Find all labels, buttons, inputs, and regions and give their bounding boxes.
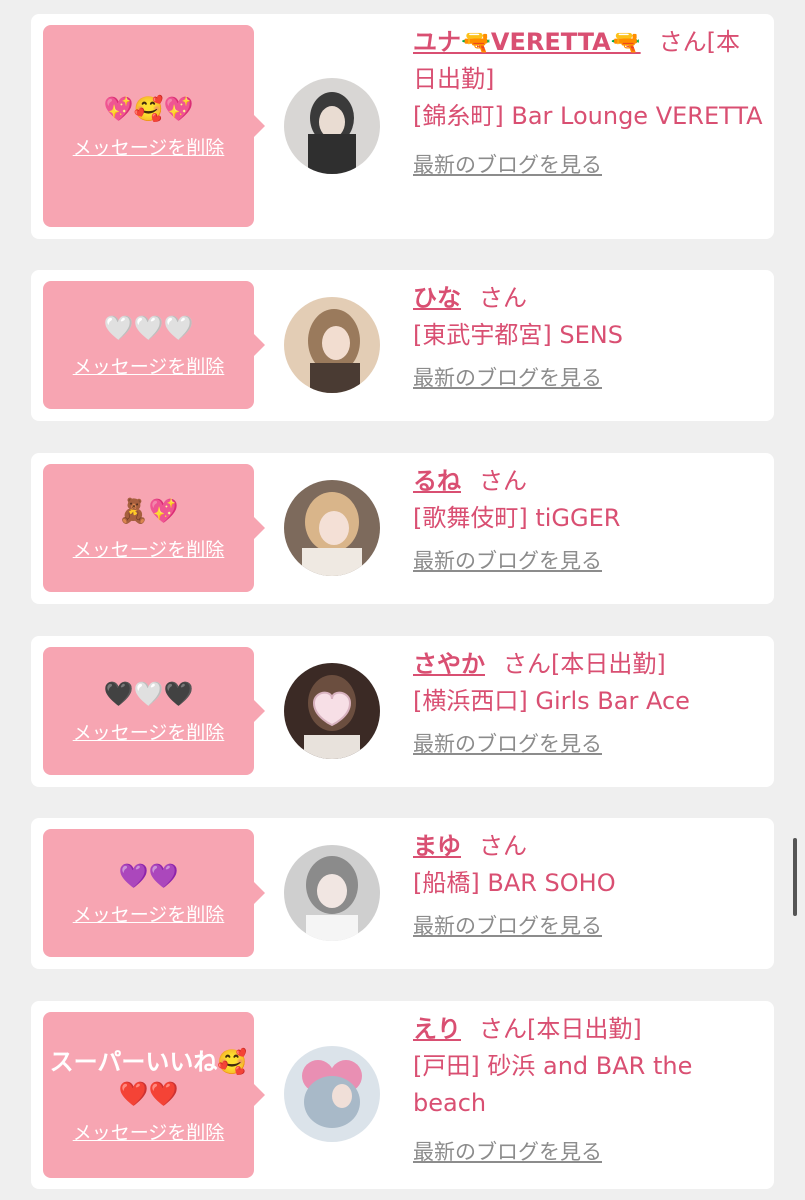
avatar[interactable] (284, 78, 380, 174)
message-text: 🧸💖 (118, 496, 179, 525)
delete-message-button[interactable]: メッセージを削除 (73, 900, 225, 927)
entry-info: まゆ さん [船橋] BAR SOHO 最新のブログを見る (413, 828, 763, 945)
delete-message-button[interactable]: メッセージを削除 (73, 1118, 225, 1145)
cast-name-link[interactable]: まゆ (413, 832, 461, 860)
cast-name-link[interactable]: ユナ🔫VERETTA🔫 (413, 28, 641, 56)
delete-message-button[interactable]: メッセージを削除 (73, 718, 225, 745)
cast-name-link[interactable]: さやか (413, 650, 485, 678)
delete-message-button[interactable]: メッセージを削除 (73, 133, 225, 160)
entry-info: ひな さん [東武宇都宮] SENS 最新のブログを見る (413, 280, 763, 397)
message-text-line2: ❤️❤️ (118, 1079, 179, 1108)
message-bubble: 💖🥰💖 メッセージを削除 (43, 25, 265, 227)
name-suffix: さん (479, 467, 527, 495)
location-text: [錦糸町] Bar Lounge VERETTA (413, 102, 763, 130)
list-item: スーパーいいね🥰 ❤️❤️ メッセージを削除 えり さん[本日出勤] [戸田] 砂… (31, 1001, 774, 1189)
location-text: [歌舞伎町] tiGGER (413, 504, 621, 532)
delete-message-button[interactable]: メッセージを削除 (73, 535, 225, 562)
blog-link[interactable]: 最新のブログを見る (413, 147, 602, 184)
message-text: 💖🥰💖 (103, 94, 194, 123)
blog-link[interactable]: 最新のブログを見る (413, 543, 602, 580)
blog-link[interactable]: 最新のブログを見る (413, 360, 602, 397)
cast-name-link[interactable]: ひな (413, 284, 461, 312)
message-text: 💜💜 (118, 861, 179, 890)
message-text: 🖤🤍🖤 (103, 679, 194, 708)
message-bubble: 🤍🤍🤍 メッセージを削除 (43, 281, 265, 409)
location-text: [横浜西口] Girls Bar Ace (413, 687, 690, 715)
message-text: スーパーいいね🥰 (49, 1047, 248, 1076)
entry-info: るね さん [歌舞伎町] tiGGER 最新のブログを見る (413, 463, 763, 580)
cast-name-link[interactable]: えり (413, 1015, 461, 1043)
blog-link[interactable]: 最新のブログを見る (413, 1134, 602, 1171)
name-suffix: さん (479, 284, 527, 312)
avatar[interactable] (284, 297, 380, 393)
location-text: [戸田] 砂浜 and BAR the beach (413, 1052, 693, 1117)
entry-info: ユナ🔫VERETTA🔫 さん[本日出勤] [錦糸町] Bar Lounge VER… (413, 24, 763, 184)
avatar[interactable] (284, 845, 380, 941)
entry-info: えり さん[本日出勤] [戸田] 砂浜 and BAR the beach 最新の… (413, 1011, 763, 1171)
blog-link[interactable]: 最新のブログを見る (413, 726, 602, 763)
name-suffix: さん (479, 832, 527, 860)
message-text: 🤍🤍🤍 (103, 313, 194, 342)
list-item: 🤍🤍🤍 メッセージを削除 ひな さん [東武宇都宮] SENS 最新のブログを見る (31, 270, 774, 421)
entry-info: さやか さん[本日出勤] [横浜西口] Girls Bar Ace 最新のブログを… (413, 646, 763, 763)
list-item: 💖🥰💖 メッセージを削除 ユナ🔫VERETTA🔫 さん[本日出勤] [錦糸町] B… (31, 14, 774, 239)
list-item: 🖤🤍🖤 メッセージを削除 さやか さん[本日出勤] [横浜西口] Girls Ba… (31, 636, 774, 787)
message-bubble: 🖤🤍🖤 メッセージを削除 (43, 647, 265, 775)
location-text: [船橋] BAR SOHO (413, 869, 616, 897)
avatar[interactable] (284, 1046, 380, 1142)
avatar[interactable] (284, 480, 380, 576)
message-bubble: 🧸💖 メッセージを削除 (43, 464, 265, 592)
message-bubble: 💜💜 メッセージを削除 (43, 829, 265, 957)
name-suffix: さん[本日出勤] (503, 650, 666, 678)
delete-message-button[interactable]: メッセージを削除 (73, 352, 225, 379)
location-text: [東武宇都宮] SENS (413, 321, 623, 349)
list-item: 🧸💖 メッセージを削除 るね さん [歌舞伎町] tiGGER 最新のブログを見る (31, 453, 774, 604)
message-bubble: スーパーいいね🥰 ❤️❤️ メッセージを削除 (43, 1012, 265, 1178)
name-suffix: さん[本日出勤] (479, 1015, 642, 1043)
blog-link[interactable]: 最新のブログを見る (413, 908, 602, 945)
scrollbar[interactable] (793, 838, 797, 916)
cast-name-link[interactable]: るね (413, 467, 461, 495)
avatar[interactable] (284, 663, 380, 759)
list-item: 💜💜 メッセージを削除 まゆ さん [船橋] BAR SOHO 最新のブログを見る (31, 818, 774, 969)
